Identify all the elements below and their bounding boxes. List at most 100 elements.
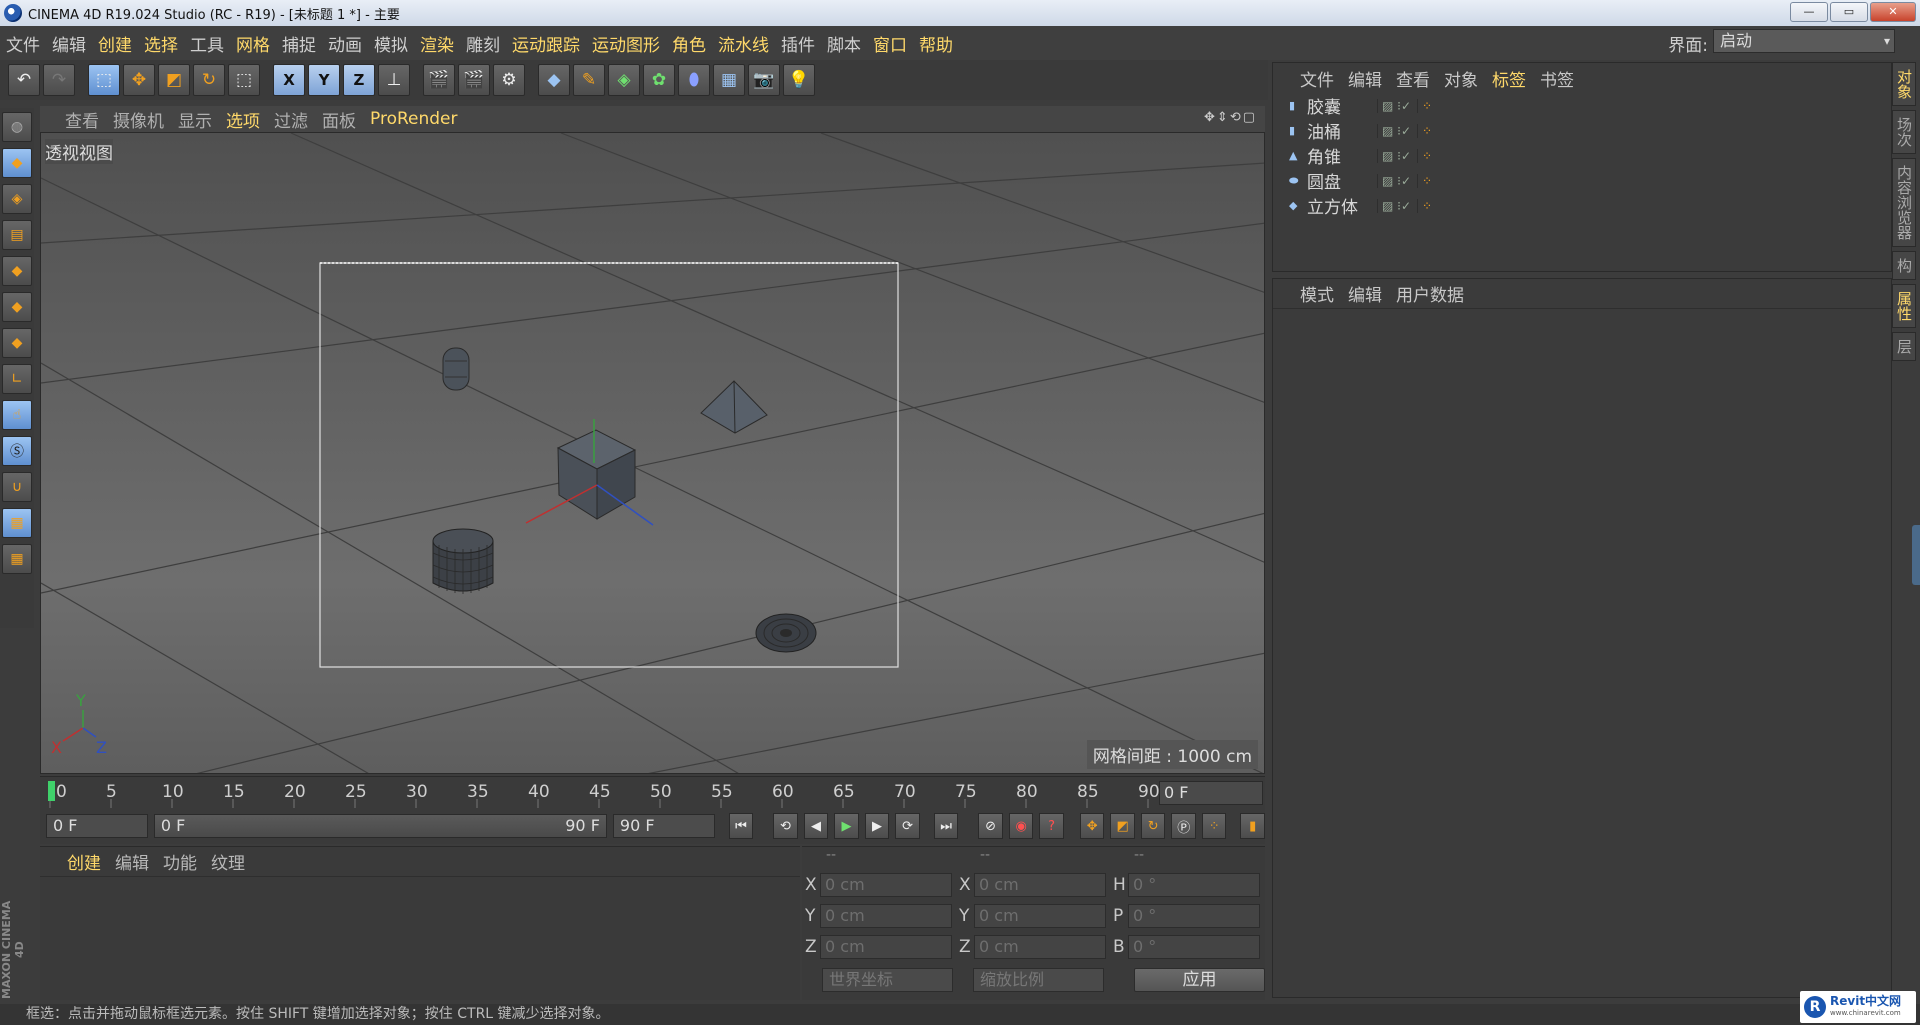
rot-p-field[interactable]: 0 ° xyxy=(1128,903,1260,928)
menu-simulate[interactable]: 模拟 xyxy=(368,31,414,56)
tab-layers[interactable]: 层 xyxy=(1892,332,1916,361)
recent-tool-icon[interactable]: ⬚ xyxy=(228,64,260,96)
cube-object-icon[interactable]: ◆ xyxy=(538,64,570,96)
om-menu-bookmarks[interactable]: 书签 xyxy=(1533,66,1581,91)
go-to-end-icon[interactable]: ⏭ xyxy=(933,813,959,839)
layout-dropdown[interactable]: 启动 xyxy=(1713,29,1895,53)
material-menu-texture[interactable]: 纹理 xyxy=(204,849,252,874)
tag-icon[interactable]: ⁘ xyxy=(1417,123,1437,138)
edges-mode-icon[interactable]: ◆ xyxy=(2,292,32,322)
size-x-field[interactable]: 0 cm xyxy=(974,872,1106,897)
play-icon[interactable]: ▶ xyxy=(834,813,859,839)
object-name[interactable]: 圆盘 xyxy=(1307,168,1373,193)
move-icon[interactable]: ✥ xyxy=(123,64,155,96)
coordinate-space-dropdown[interactable]: 世界坐标 xyxy=(822,968,954,992)
camera-icon[interactable]: 📷 xyxy=(748,64,780,96)
key-position-icon[interactable]: ✥ xyxy=(1079,813,1105,839)
workplane-icon[interactable]: ▤ xyxy=(2,220,32,250)
end-frame-field[interactable]: 90 F xyxy=(612,814,715,838)
points-mode-icon[interactable]: ◆ xyxy=(2,256,32,286)
x-axis-lock-button[interactable]: X xyxy=(273,64,305,96)
live-selection-icon[interactable]: ⬚ xyxy=(88,64,120,96)
current-frame-field[interactable]: 0 F xyxy=(1159,781,1263,805)
key-pla-icon[interactable]: ⁘ xyxy=(1201,813,1227,839)
viewport-menu-prorender[interactable]: ProRender xyxy=(363,109,465,129)
axis-mode-icon[interactable]: ∟ xyxy=(2,364,32,394)
texture-mode-icon[interactable]: ◈ xyxy=(2,184,32,214)
menu-render[interactable]: 渲染 xyxy=(414,31,460,56)
timeline-window-icon[interactable]: ▮ xyxy=(1240,813,1265,839)
menu-script[interactable]: 脚本 xyxy=(821,31,867,56)
rotate-icon[interactable]: ↻ xyxy=(193,64,225,96)
object-name[interactable]: 立方体 xyxy=(1307,193,1373,218)
list-item[interactable]: ▲ 角锥 ▨ ⁝✓ ⁘ xyxy=(1273,143,1891,168)
list-item[interactable]: ▮ 胶囊 ▨ ⁝✓ ⁘ xyxy=(1273,93,1891,118)
redo-icon[interactable]: ↷ xyxy=(43,64,75,96)
minimize-button[interactable]: — xyxy=(1790,2,1828,22)
am-menu-user-data[interactable]: 用户数据 xyxy=(1389,281,1471,306)
pos-z-field[interactable]: 0 cm xyxy=(820,934,952,959)
size-y-field[interactable]: 0 cm xyxy=(974,903,1106,928)
object-name[interactable]: 角锥 xyxy=(1307,143,1373,168)
tab-content-browser[interactable]: 内容浏览器 xyxy=(1892,158,1916,247)
restore-button[interactable]: ▭ xyxy=(1830,2,1868,22)
workplane-lock-icon[interactable]: ▦ xyxy=(2,508,32,538)
viewport-menu-display[interactable]: 显示 xyxy=(171,107,219,132)
om-menu-objects[interactable]: 对象 xyxy=(1437,66,1485,91)
material-menu-function[interactable]: 功能 xyxy=(156,849,204,874)
menu-mesh[interactable]: 网格 xyxy=(230,31,276,56)
next-frame-icon[interactable]: ▶ xyxy=(864,813,890,839)
render-picture-viewer-icon[interactable]: 🎬 xyxy=(458,64,490,96)
perspective-viewport[interactable]: Y X Z 透视视图 网格间距 : 1000 cm xyxy=(40,132,1265,774)
tag-icon[interactable]: ⁘ xyxy=(1417,98,1437,113)
tab-objects[interactable]: 对象 xyxy=(1892,62,1916,106)
menu-help[interactable]: 帮助 xyxy=(913,31,959,56)
light-icon[interactable]: 💡 xyxy=(783,64,815,96)
menu-motion-tracking[interactable]: 运动跟踪 xyxy=(506,31,586,56)
timeline-ruler[interactable]: 0 5 10 15 20 25 30 35 40 45 50 55 60 65 … xyxy=(40,776,1265,809)
viewport-menu-view[interactable]: 查看 xyxy=(58,107,106,132)
previous-frame-icon[interactable]: ◀ xyxy=(803,813,829,839)
visibility-flags-icon[interactable]: ▨ ⁝✓ xyxy=(1377,198,1417,213)
material-menu-edit[interactable]: 编辑 xyxy=(108,849,156,874)
tab-takes[interactable]: 场次 xyxy=(1892,110,1916,154)
z-axis-lock-button[interactable]: Z xyxy=(343,64,375,96)
am-menu-mode[interactable]: 模式 xyxy=(1293,281,1341,306)
cloner-icon[interactable]: ✿ xyxy=(643,64,675,96)
om-menu-tags[interactable]: 标签 xyxy=(1485,66,1533,91)
render-settings-icon[interactable]: ⚙ xyxy=(493,64,525,96)
list-item[interactable]: ⬬ 圆盘 ▨ ⁝✓ ⁘ xyxy=(1273,168,1891,193)
go-to-start-icon[interactable]: ⏮ xyxy=(728,813,754,839)
subdivision-icon[interactable]: ◈ xyxy=(608,64,640,96)
menu-select[interactable]: 选择 xyxy=(138,31,184,56)
playhead[interactable] xyxy=(48,781,55,801)
om-menu-view[interactable]: 查看 xyxy=(1389,66,1437,91)
tag-icon[interactable]: ⁘ xyxy=(1417,173,1437,188)
list-item[interactable]: ▮ 油桶 ▨ ⁝✓ ⁘ xyxy=(1273,118,1891,143)
solo-mode-icon[interactable]: Ⓢ xyxy=(2,436,32,466)
om-menu-file[interactable]: 文件 xyxy=(1293,66,1341,91)
object-name[interactable]: 胶囊 xyxy=(1307,93,1373,118)
menu-snap[interactable]: 捕捉 xyxy=(276,31,322,56)
close-button[interactable]: ✕ xyxy=(1870,2,1916,22)
pyramid-object[interactable] xyxy=(700,380,768,434)
scale-icon[interactable]: ◩ xyxy=(158,64,190,96)
record-keys-icon[interactable]: ⊘ xyxy=(978,813,1003,839)
autokey-icon[interactable]: ◉ xyxy=(1008,813,1034,839)
visibility-flags-icon[interactable]: ▨ ⁝✓ xyxy=(1377,98,1417,113)
start-frame-field[interactable]: 0 F xyxy=(46,814,148,838)
undo-icon[interactable]: ↶ xyxy=(8,64,40,96)
next-key-icon[interactable]: ⟳ xyxy=(895,813,920,839)
pen-spline-icon[interactable]: ✎ xyxy=(573,64,605,96)
polygons-mode-icon[interactable]: ◆ xyxy=(2,328,32,358)
viewport-menu-panel[interactable]: 面板 xyxy=(315,107,363,132)
menu-edit[interactable]: 编辑 xyxy=(46,31,92,56)
list-item[interactable]: ◆ 立方体 ▨ ⁝✓ ⁘ xyxy=(1273,193,1891,218)
size-z-field[interactable]: 0 cm xyxy=(974,934,1106,959)
tab-structure[interactable]: 构 xyxy=(1892,251,1916,280)
pos-y-field[interactable]: 0 cm xyxy=(820,903,952,928)
menu-file[interactable]: 文件 xyxy=(0,31,46,56)
rot-h-field[interactable]: 0 ° xyxy=(1128,872,1260,897)
menu-mograph[interactable]: 运动图形 xyxy=(586,31,666,56)
viewport-menu-cameras[interactable]: 摄像机 xyxy=(106,107,171,132)
